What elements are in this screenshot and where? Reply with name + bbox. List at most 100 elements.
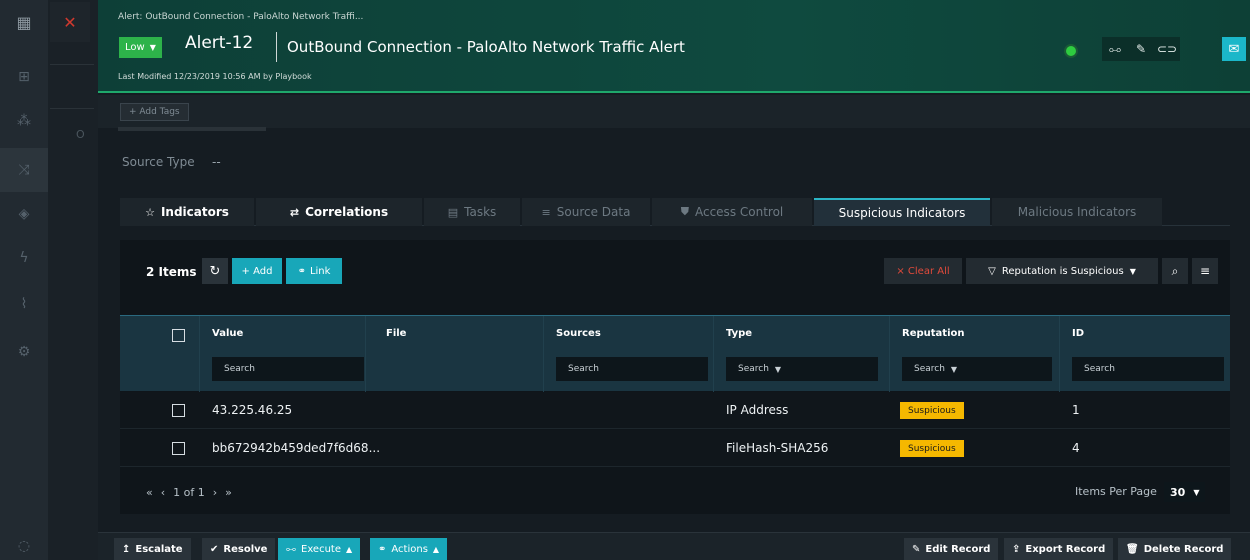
export-record-label: Export Record <box>1025 543 1106 555</box>
type-search-dropdown[interactable]: Search ▼ <box>726 357 878 381</box>
column-label: File <box>386 328 407 339</box>
divider <box>50 108 94 109</box>
cell-value[interactable]: bb672942b459ded7f6d68... <box>212 441 380 455</box>
next-page-icon[interactable]: › <box>213 486 217 499</box>
prev-page-icon[interactable]: ‹ <box>161 486 165 499</box>
help-icon[interactable]: ◌ <box>0 524 48 560</box>
status-indicator-icon <box>1066 46 1076 56</box>
tab-bar: ☆ Indicators ⇄ Correlations ▤ Tasks ≡ So… <box>120 198 1230 226</box>
resolve-label: Resolve <box>223 543 268 555</box>
severity-dropdown[interactable]: Low ▼ <box>119 37 162 58</box>
shuffle-icon[interactable]: ⤨ <box>0 148 48 192</box>
swap-icon: ⇄ <box>289 205 300 219</box>
tab-indicators[interactable]: ☆ Indicators <box>120 198 254 226</box>
cell-value[interactable]: 43.225.46.25 <box>212 403 292 417</box>
tab-correlations[interactable]: ⇄ Correlations <box>256 198 422 226</box>
queue-icon[interactable]: ⁂ <box>0 99 48 143</box>
column-label: Type <box>726 328 753 339</box>
sources-search-input[interactable]: Search <box>556 357 708 381</box>
refresh-icon[interactable]: ↻ <box>202 258 228 284</box>
clear-all-button[interactable]: × Clear All <box>884 258 962 284</box>
tab-suspicious-indicators[interactable]: Suspicious Indicators <box>814 198 990 226</box>
reputation-search-dropdown[interactable]: Search ▼ <box>902 357 1052 381</box>
severity-label: Low <box>125 42 145 53</box>
select-column <box>120 316 200 392</box>
tab-label: Source Data <box>556 205 631 219</box>
delete-record-button[interactable]: 🗑 Delete Record <box>1118 538 1232 560</box>
grid-toolbar: 2 Items ↻ + Add ⚭ Link × Clear All ▽ Rep… <box>120 240 1230 314</box>
workflow-icon[interactable]: ⧟ <box>1102 37 1128 61</box>
filter-label: Reputation is Suspicious <box>1001 265 1124 277</box>
close-icon[interactable]: ✕ <box>50 2 90 42</box>
reputation-badge: Suspicious <box>900 440 964 457</box>
app-logo-icon[interactable]: ▦ <box>0 0 48 44</box>
actions-button[interactable]: ⚭ Actions ▲ <box>370 538 448 560</box>
resolve-button[interactable]: ✔ Resolve <box>202 538 276 560</box>
execute-button[interactable]: ⧟ Execute ▲ <box>278 538 361 560</box>
column-sources[interactable]: Sources Search <box>544 316 714 392</box>
edit-record-button[interactable]: ✎ Edit Record <box>904 538 999 560</box>
shield-nav-icon[interactable]: ◈ <box>0 192 48 236</box>
last-page-icon[interactable]: » <box>225 486 232 499</box>
escalate-label: Escalate <box>135 543 183 555</box>
add-button[interactable]: + Add <box>232 258 282 284</box>
column-file[interactable]: File <box>366 316 544 392</box>
breadcrumb[interactable]: Alert: OutBound Connection - PaloAlto Ne… <box>118 12 363 22</box>
tab-label: Malicious Indicators <box>1017 205 1137 219</box>
select-all-checkbox[interactable] <box>172 329 185 342</box>
filter-dropdown[interactable]: ▽ Reputation is Suspicious ▼ <box>966 258 1158 284</box>
tab-label: Tasks <box>464 205 497 219</box>
add-tags-button[interactable]: + Add Tags <box>120 103 189 121</box>
reputation-badge: Suspicious <box>900 402 964 419</box>
tab-malicious-indicators[interactable]: Malicious Indicators <box>992 198 1162 226</box>
star-icon: ☆ <box>145 205 155 219</box>
column-label: Sources <box>556 328 601 339</box>
delete-record-label: Delete Record <box>1143 543 1224 555</box>
export-record-button[interactable]: ⇪ Export Record <box>1004 538 1114 560</box>
column-label: ID <box>1072 328 1085 339</box>
trash-icon: 🗑 <box>1126 543 1139 555</box>
search-icon[interactable]: ⌕ <box>1162 258 1188 284</box>
items-per-page-value: 30 <box>1170 485 1186 499</box>
indicators-grid: 2 Items ↻ + Add ⚭ Link × Clear All ▽ Rep… <box>120 240 1230 514</box>
column-type[interactable]: Type Search ▼ <box>714 316 890 392</box>
edit-pencil-icon[interactable]: ✎ <box>1128 37 1154 61</box>
items-per-page-select[interactable]: 30 ▼ <box>1164 482 1206 502</box>
items-per-page-label: Items Per Page <box>1075 485 1157 498</box>
execute-label: Execute <box>301 543 341 555</box>
filter-icon: ▽ <box>988 265 996 277</box>
row-checkbox[interactable] <box>172 404 185 417</box>
settings-icon[interactable]: ⚙ <box>0 330 48 374</box>
database-icon: ≡ <box>541 205 551 219</box>
search-label: Search <box>738 364 769 374</box>
actions-label: Actions <box>391 543 428 555</box>
link-button[interactable]: ⚭ Link <box>286 258 342 284</box>
column-value[interactable]: Value Search <box>200 316 366 392</box>
first-page-icon[interactable]: « <box>146 486 153 499</box>
chevron-down-icon: ▼ <box>1129 266 1136 276</box>
column-id[interactable]: ID Search <box>1060 316 1230 392</box>
escalate-button[interactable]: ↥ Escalate <box>114 538 191 560</box>
edit-icon: ✎ <box>912 543 921 555</box>
id-search-input[interactable]: Search <box>1072 357 1224 381</box>
link-icon[interactable]: ⊂⊃ <box>1154 37 1180 61</box>
tab-tasks[interactable]: ▤ Tasks <box>424 198 520 226</box>
menu-icon[interactable]: ≡ <box>1192 258 1218 284</box>
tab-access-control[interactable]: ⛊ Access Control <box>652 198 812 226</box>
chart-icon[interactable]: ⌇ <box>0 282 48 326</box>
workflow-icon: ⧟ <box>286 543 296 555</box>
dashboard-icon[interactable]: ⊞ <box>0 55 48 99</box>
link-icon: ⚭ <box>297 265 306 277</box>
row-checkbox[interactable] <box>172 442 185 455</box>
table-row[interactable]: bb672942b459ded7f6d68... FileHash-SHA256… <box>120 430 1230 467</box>
value-search-input[interactable]: Search <box>212 357 364 381</box>
check-icon: ✔ <box>210 543 219 555</box>
comments-icon[interactable]: ✉ <box>1222 37 1246 61</box>
column-reputation[interactable]: Reputation Search ▼ <box>890 316 1060 392</box>
tab-label: Correlations <box>305 205 389 219</box>
tab-source-data[interactable]: ≡ Source Data <box>522 198 650 226</box>
bolt-icon[interactable]: ϟ <box>0 236 48 280</box>
pagination: « ‹ 1 of 1 › » Items Per Page 30 ▼ <box>120 471 1230 514</box>
table-row[interactable]: 43.225.46.25 IP Address Suspicious 1 <box>120 392 1230 429</box>
page-title[interactable]: OutBound Connection - PaloAlto Network T… <box>287 38 685 56</box>
